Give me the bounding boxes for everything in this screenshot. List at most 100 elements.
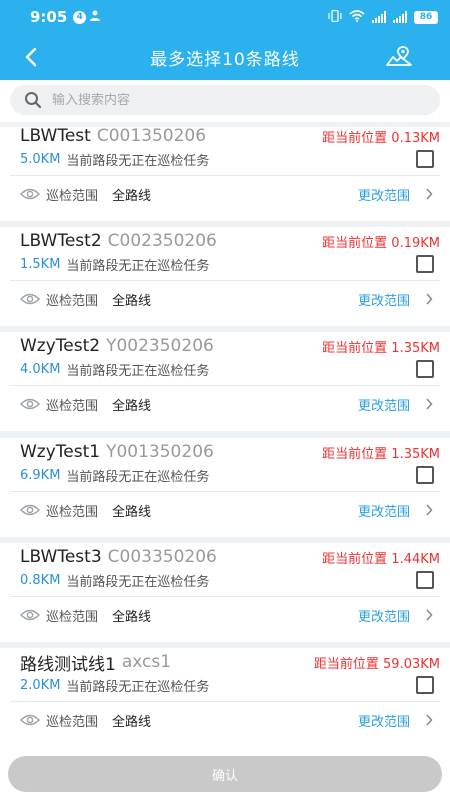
divider — [10, 385, 440, 386]
notification-badge: 4 — [73, 10, 87, 24]
route-length: 1.5KM — [20, 256, 61, 272]
route-list[interactable]: LBWTest C001350206 距当前位置 0.13KM 5.0KM 当前… — [0, 127, 450, 747]
route-code: C003350206 — [107, 547, 217, 567]
back-button[interactable] — [14, 40, 48, 74]
app-header: 最多选择10条路线 — [0, 34, 450, 80]
map-button[interactable] — [384, 42, 414, 72]
scope-label: 巡检范围 — [46, 609, 99, 625]
route-card[interactable]: 路线测试线1 axcs1 距当前位置 59.03KM 2.0KM 当前路段无正在… — [0, 648, 450, 747]
wifi-icon — [349, 9, 365, 25]
scope-value: 全路线 — [112, 188, 152, 204]
confirm-button[interactable]: 确认 — [8, 756, 442, 792]
signal-icon-1 — [372, 11, 386, 23]
chevron-right-icon[interactable] — [422, 187, 436, 201]
route-name: LBWTest — [20, 127, 91, 146]
route-name: WzyTest2 — [20, 336, 101, 356]
route-checkbox[interactable] — [416, 466, 434, 484]
divider — [10, 175, 440, 176]
route-length: 4.0KM — [20, 361, 61, 377]
route-card[interactable]: WzyTest2 Y002350206 距当前位置 1.35KM 4.0KM 当… — [0, 332, 450, 431]
scope-value: 全路线 — [112, 293, 152, 309]
eye-icon — [20, 293, 40, 305]
scope-label: 巡检范围 — [46, 398, 99, 414]
eye-icon — [20, 714, 40, 726]
signal-icon-2 — [393, 11, 407, 23]
chevron-right-icon[interactable] — [422, 713, 436, 727]
scope-label: 巡检范围 — [46, 504, 99, 520]
chevron-right-icon[interactable] — [422, 292, 436, 306]
route-name: WzyTest1 — [20, 442, 101, 462]
scope-value: 全路线 — [112, 714, 152, 730]
route-code: axcs1 — [121, 652, 172, 672]
change-scope-link[interactable]: 更改范围 — [358, 185, 410, 204]
scope-value: 全路线 — [112, 504, 152, 520]
route-checkbox[interactable] — [416, 571, 434, 589]
search-icon — [25, 92, 42, 109]
eye-icon — [20, 504, 40, 516]
scope-label: 巡检范围 — [46, 188, 99, 204]
route-distance: 距当前位置 0.13KM — [322, 130, 440, 146]
route-length: 2.0KM — [20, 677, 61, 693]
route-distance: 距当前位置 1.44KM — [322, 551, 440, 567]
footer: 确认 — [0, 747, 450, 800]
scope-label: 巡检范围 — [46, 714, 99, 730]
change-scope-link[interactable]: 更改范围 — [358, 290, 410, 309]
chevron-right-icon[interactable] — [422, 397, 436, 411]
route-code: Y002350206 — [106, 336, 214, 356]
route-status: 当前路段无正在巡检任务 — [66, 574, 210, 590]
divider — [10, 701, 440, 702]
vibrate-icon — [328, 9, 342, 25]
scope-label: 巡检范围 — [46, 293, 99, 309]
route-status: 当前路段无正在巡检任务 — [66, 363, 210, 379]
change-scope-link[interactable]: 更改范围 — [358, 395, 410, 414]
search-bar — [0, 80, 450, 122]
back-arrow-icon — [25, 47, 37, 67]
page-title: 最多选择10条路线 — [150, 49, 300, 70]
battery-icon: 86 — [414, 10, 438, 24]
status-icons: 86 — [328, 9, 438, 25]
route-code: C001350206 — [96, 127, 207, 146]
change-scope-link[interactable]: 更改范围 — [358, 711, 410, 730]
route-card[interactable]: WzyTest1 Y001350206 距当前位置 1.35KM 6.9KM 当… — [0, 438, 450, 537]
route-distance: 距当前位置 1.35KM — [322, 446, 440, 462]
divider — [10, 596, 440, 597]
route-card[interactable]: LBWTest2 C002350206 距当前位置 0.19KM 1.5KM 当… — [0, 227, 450, 326]
chevron-right-icon[interactable] — [422, 503, 436, 517]
search-box[interactable] — [10, 85, 440, 115]
route-code: C002350206 — [107, 231, 217, 251]
route-card[interactable]: LBWTest3 C003350206 距当前位置 1.44KM 0.8KM 当… — [0, 543, 450, 642]
route-checkbox[interactable] — [416, 360, 434, 378]
route-card[interactable]: LBWTest C001350206 距当前位置 0.13KM 5.0KM 当前… — [0, 127, 450, 221]
change-scope-link[interactable]: 更改范围 — [358, 606, 410, 625]
search-input[interactable] — [52, 92, 392, 108]
route-name: LBWTest3 — [20, 547, 102, 567]
route-length: 0.8KM — [20, 572, 61, 588]
status-time: 9:05 — [30, 8, 68, 26]
route-distance: 距当前位置 0.19KM — [322, 235, 440, 251]
route-distance: 距当前位置 1.35KM — [322, 340, 440, 356]
route-status: 当前路段无正在巡检任务 — [66, 469, 210, 485]
route-distance: 距当前位置 59.03KM — [313, 656, 440, 672]
route-length: 6.9KM — [20, 467, 61, 483]
route-status: 当前路段无正在巡检任务 — [66, 153, 210, 169]
eye-icon — [20, 609, 40, 621]
user-icon — [90, 10, 102, 24]
status-bar: 9:05 4 86 — [0, 0, 450, 34]
route-length: 5.0KM — [20, 151, 61, 167]
change-scope-link[interactable]: 更改范围 — [358, 501, 410, 520]
eye-icon — [20, 398, 40, 410]
scope-value: 全路线 — [112, 398, 152, 414]
route-checkbox[interactable] — [416, 676, 434, 694]
route-code: Y001350206 — [106, 442, 214, 462]
route-status: 当前路段无正在巡检任务 — [66, 679, 210, 695]
chevron-right-icon[interactable] — [422, 608, 436, 622]
eye-icon — [20, 188, 40, 200]
route-checkbox[interactable] — [416, 150, 434, 168]
divider — [10, 280, 440, 281]
route-checkbox[interactable] — [416, 255, 434, 273]
divider — [10, 491, 440, 492]
route-status: 当前路段无正在巡检任务 — [66, 258, 210, 274]
map-location-icon — [386, 46, 412, 66]
route-name: LBWTest2 — [20, 231, 102, 251]
scope-value: 全路线 — [112, 609, 152, 625]
